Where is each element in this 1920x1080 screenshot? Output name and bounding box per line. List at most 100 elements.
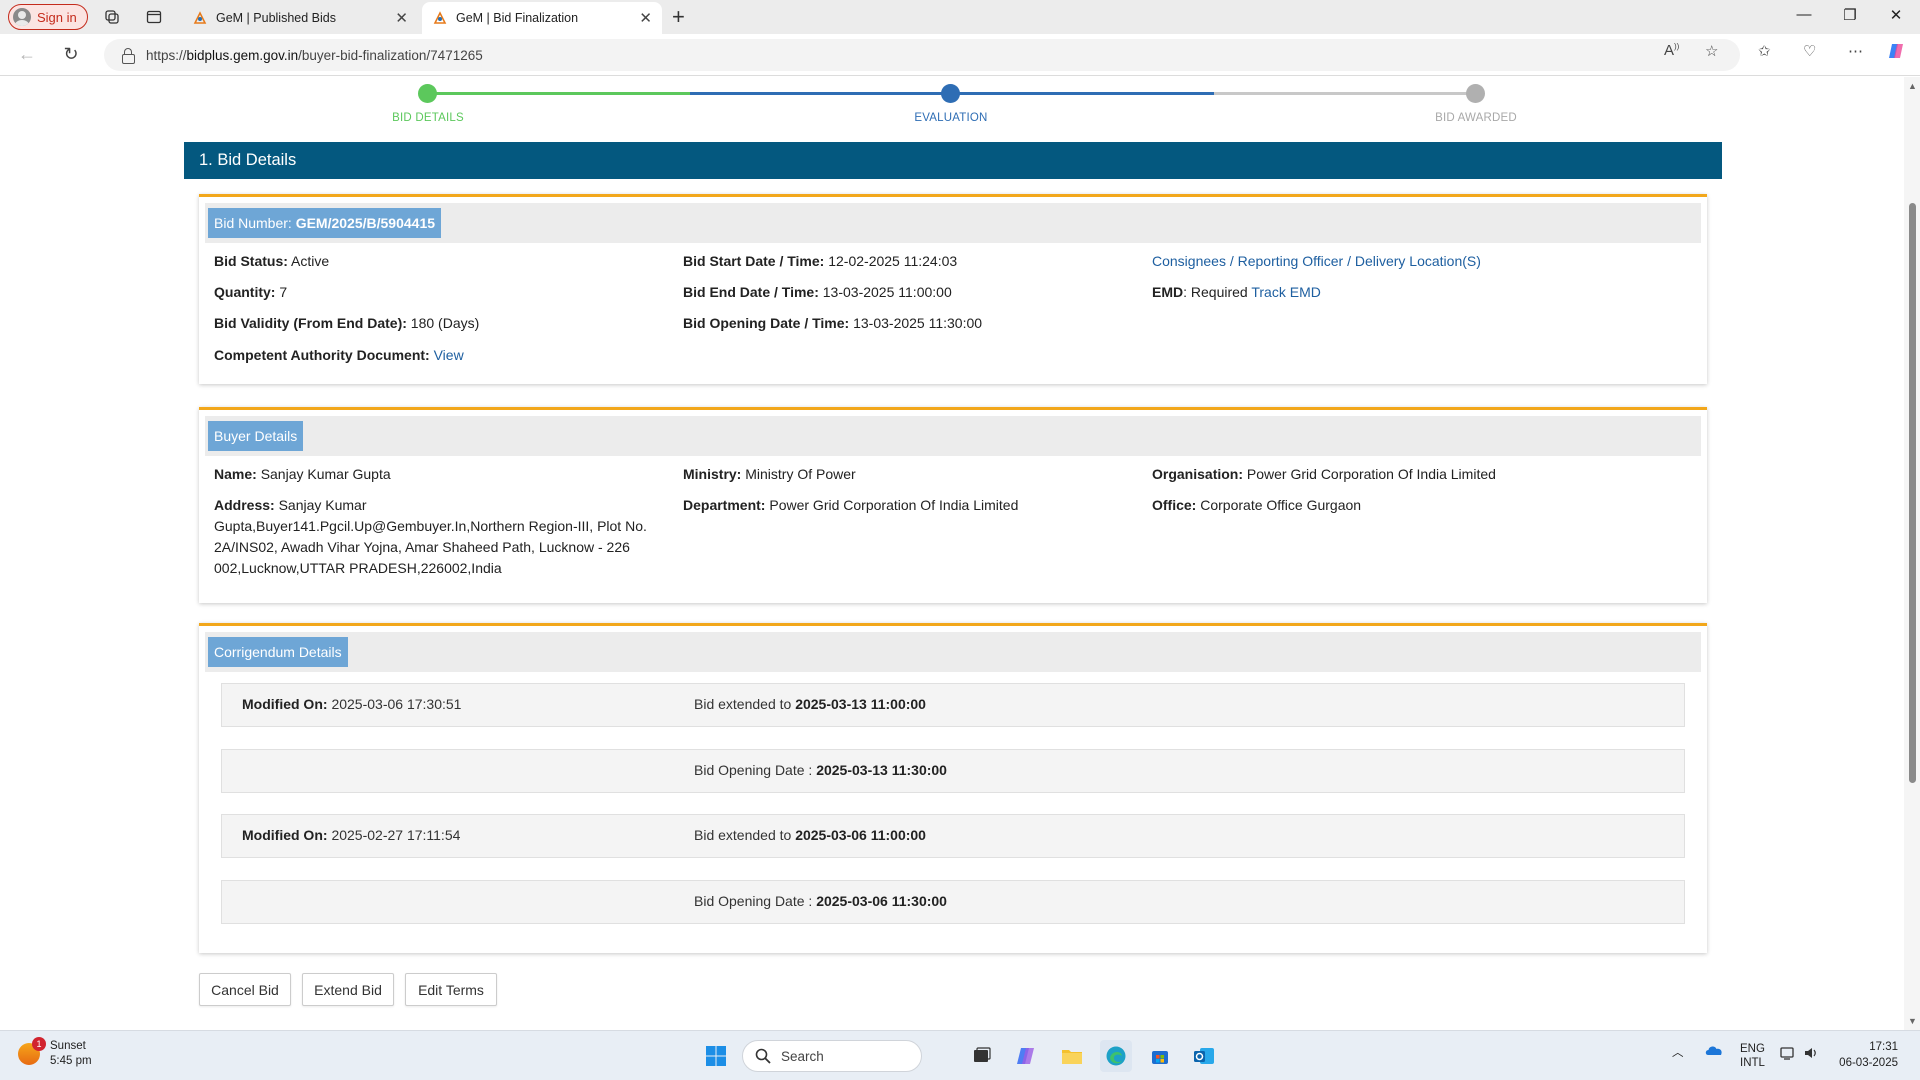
extended-to-cell: Bid extended to 2025-03-13 11:00:00	[694, 696, 926, 712]
department-label: Department:	[683, 497, 766, 513]
extended-to-value: 2025-03-06 11:00:00	[795, 827, 926, 843]
bid-number-header: Bid Number: GEM/2025/B/5904415	[205, 203, 1701, 243]
authority-doc-label: Competent Authority Document:	[214, 347, 430, 363]
bid-number-label: Bid Number:	[214, 215, 292, 231]
favorites-icon[interactable]: ✩	[1758, 42, 1771, 60]
restore-icon[interactable]: ❐	[1840, 6, 1860, 24]
task-view-icon[interactable]	[966, 1040, 998, 1072]
scroll-up-icon[interactable]: ▲	[1908, 81, 1917, 91]
bid-status-value: Active	[291, 253, 330, 269]
read-aloud-icon[interactable]: A))	[1664, 42, 1679, 59]
scroll-down-icon[interactable]: ▼	[1908, 1016, 1917, 1026]
organisation-value: Power Grid Corporation Of India Limited	[1246, 466, 1496, 482]
workspaces-icon[interactable]	[102, 7, 122, 27]
taskbar-search[interactable]: Search	[742, 1040, 922, 1072]
step-label-bid-awarded: BID AWARDED	[1435, 112, 1517, 124]
bid-end-value: 13-03-2025 11:00:00	[822, 284, 952, 300]
close-tab-icon[interactable]: ✕	[395, 9, 408, 27]
corrigendum-badge: Corrigendum Details	[208, 637, 348, 667]
extended-to-label: Bid extended to	[694, 696, 792, 712]
start-button[interactable]	[700, 1040, 732, 1072]
step-label-evaluation: EVALUATION	[914, 112, 988, 124]
gem-favicon-icon	[192, 10, 208, 26]
modified-on-value: 2025-02-27 17:11:54	[331, 827, 461, 843]
bid-start-value: 12-02-2025 11:24:03	[828, 253, 958, 269]
bid-end-label: Bid End Date / Time:	[683, 284, 819, 300]
minimize-icon[interactable]: —	[1794, 6, 1814, 23]
consignees-link[interactable]: Consignees / Reporting Officer / Deliver…	[1152, 253, 1481, 269]
bid-number-badge: Bid Number: GEM/2025/B/5904415	[208, 208, 442, 238]
file-explorer-icon[interactable]	[1056, 1040, 1088, 1072]
validity-label: Bid Validity (From End Date):	[214, 315, 407, 331]
bid-status-label: Bid Status:	[214, 253, 288, 269]
authority-doc-view-link[interactable]: View	[434, 347, 464, 363]
network-icon[interactable]	[1780, 1046, 1796, 1063]
corrigendum-row: Modified On: 2025-03-06 17:30:51 Bid ext…	[221, 683, 1685, 727]
store-icon[interactable]	[1144, 1040, 1176, 1072]
modified-on-value: 2025-03-06 17:30:51	[331, 696, 462, 712]
opening-date-value: 2025-03-13 11:30:00	[816, 762, 947, 778]
page-scrollbar[interactable]: ▲ ▼	[1904, 77, 1920, 1030]
buyer-details-header: Buyer Details	[205, 416, 1701, 456]
back-icon[interactable]: ←	[16, 44, 38, 65]
sign-in-button[interactable]: Sign in	[8, 4, 88, 30]
buyer-address-field: Address: Sanjay Kumar Gupta,Buyer141.Pgc…	[214, 495, 659, 579]
more-menu-icon[interactable]: ⋯	[1848, 42, 1863, 60]
language-indicator[interactable]: ENG INTL	[1740, 1042, 1765, 1070]
step-dot-bid-awarded	[1466, 84, 1485, 103]
tab-bid-finalization[interactable]: GeM | Bid Finalization ✕	[422, 2, 662, 34]
bid-start-field: Bid Start Date / Time: 12-02-2025 11:24:…	[683, 251, 957, 272]
buyer-address-value: Sanjay Kumar Gupta,Buyer141.Pgcil.Up@Gem…	[214, 497, 647, 576]
copilot-icon[interactable]	[1888, 42, 1906, 64]
corrigendum-card: Corrigendum Details Modified On: 2025-03…	[199, 623, 1707, 953]
corrigendum-row: Modified On: 2025-02-27 17:11:54 Bid ext…	[221, 814, 1685, 858]
show-hidden-icons[interactable]: ︿	[1672, 1044, 1684, 1060]
step-dot-evaluation	[941, 84, 960, 103]
gem-favicon-icon	[432, 10, 448, 26]
emd-value: : Required	[1183, 284, 1248, 300]
weather-title: Sunset	[50, 1040, 86, 1052]
close-tab-icon[interactable]: ✕	[639, 9, 652, 27]
scrollbar-thumb[interactable]	[1909, 203, 1916, 783]
edit-terms-button[interactable]: Edit Terms	[405, 973, 497, 1006]
keyboard-layout: INTL	[1740, 1057, 1765, 1069]
step-line-pending	[1214, 92, 1476, 95]
bid-opening-field: Bid Opening Date / Time: 13-03-2025 11:3…	[683, 313, 982, 334]
system-clock[interactable]: 17:31 06-03-2025	[1839, 1039, 1898, 1071]
authority-doc-field: Competent Authority Document: View	[214, 345, 464, 366]
bid-opening-label: Bid Opening Date / Time:	[683, 315, 850, 331]
bid-status-field: Bid Status: Active	[214, 251, 329, 272]
browser-essentials-icon[interactable]: ♡	[1803, 42, 1816, 60]
onedrive-icon[interactable]	[1704, 1043, 1724, 1060]
department-value: Power Grid Corporation Of India Limited	[769, 497, 1019, 513]
windows-taskbar: 1 Sunset 5:45 pm Search ︿ ENG INTL 17:31…	[0, 1030, 1920, 1080]
progress-stepper: BID DETAILS EVALUATION BID AWARDED	[0, 77, 1904, 127]
close-window-icon[interactable]: ✕	[1886, 6, 1906, 24]
ministry-field: Ministry: Ministry Of Power	[683, 464, 856, 485]
edge-browser-icon[interactable]	[1100, 1040, 1132, 1072]
step-line-done	[428, 92, 690, 95]
organisation-label: Organisation:	[1152, 466, 1244, 482]
extended-to-label: Bid extended to	[694, 827, 792, 843]
sign-in-label: Sign in	[37, 9, 77, 25]
modified-on-label: Modified On:	[242, 827, 328, 843]
weather-widget[interactable]: 1 Sunset 5:45 pm	[18, 1037, 92, 1069]
volume-icon[interactable]	[1804, 1046, 1820, 1063]
url-scheme: https://	[146, 47, 187, 63]
tab-published-bids[interactable]: GeM | Published Bids ✕	[182, 2, 418, 34]
lock-icon	[122, 48, 135, 64]
outlook-icon[interactable]	[1188, 1040, 1220, 1072]
new-tab-icon[interactable]: +	[672, 4, 685, 30]
extend-bid-button[interactable]: Extend Bid	[302, 973, 394, 1006]
buyer-name-value: Sanjay Kumar Gupta	[260, 466, 391, 482]
refresh-icon[interactable]: ↻	[60, 44, 82, 65]
cancel-bid-button[interactable]: Cancel Bid	[199, 973, 291, 1006]
tab-actions-icon[interactable]	[144, 7, 164, 27]
opening-date-cell: Bid Opening Date : 2025-03-13 11:30:00	[694, 762, 947, 778]
clock-date: 06-03-2025	[1839, 1057, 1898, 1069]
page-content: BID DETAILS EVALUATION BID AWARDED 1. Bi…	[0, 77, 1904, 1030]
url-field[interactable]: https://bidplus.gem.gov.in/buyer-bid-fin…	[104, 39, 1740, 71]
copilot-app-icon[interactable]	[1011, 1040, 1043, 1072]
track-emd-link[interactable]: Track EMD	[1251, 284, 1320, 300]
favorite-star-icon[interactable]: ☆	[1705, 42, 1718, 60]
